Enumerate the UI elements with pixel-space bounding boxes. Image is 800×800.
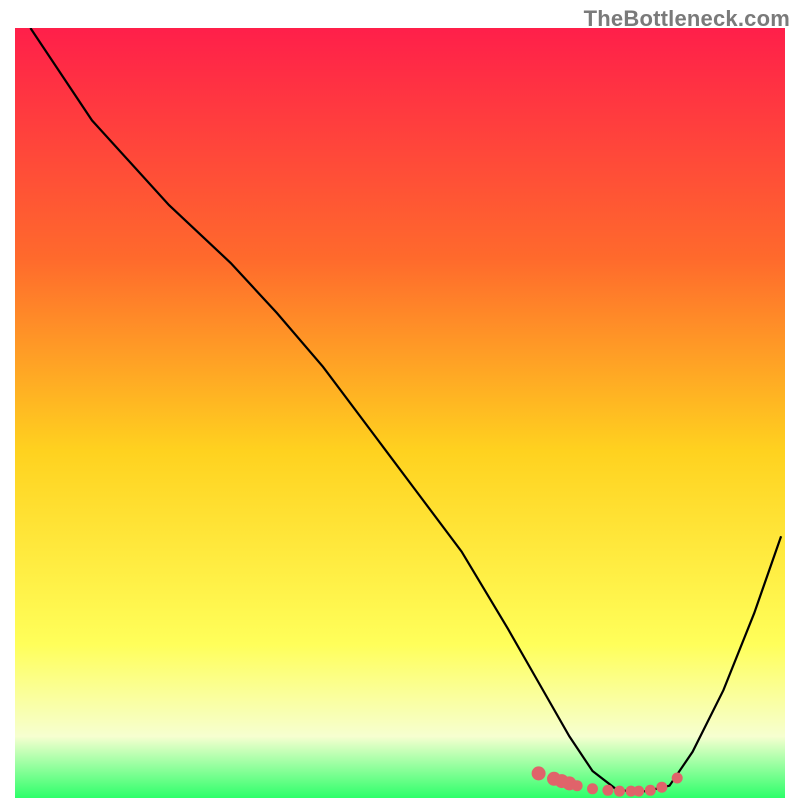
marker-dot <box>656 782 667 793</box>
chart-svg <box>15 28 785 798</box>
chart-container: TheBottleneck.com <box>0 0 800 800</box>
marker-dot <box>633 786 644 797</box>
marker-dot <box>532 766 546 780</box>
marker-dot <box>587 783 598 794</box>
marker-dot <box>614 786 625 797</box>
marker-dot <box>645 785 656 796</box>
marker-dot <box>602 785 613 796</box>
marker-dot <box>572 780 583 791</box>
gradient-background <box>15 28 785 798</box>
marker-dot <box>672 773 683 784</box>
plot-area <box>15 28 785 798</box>
